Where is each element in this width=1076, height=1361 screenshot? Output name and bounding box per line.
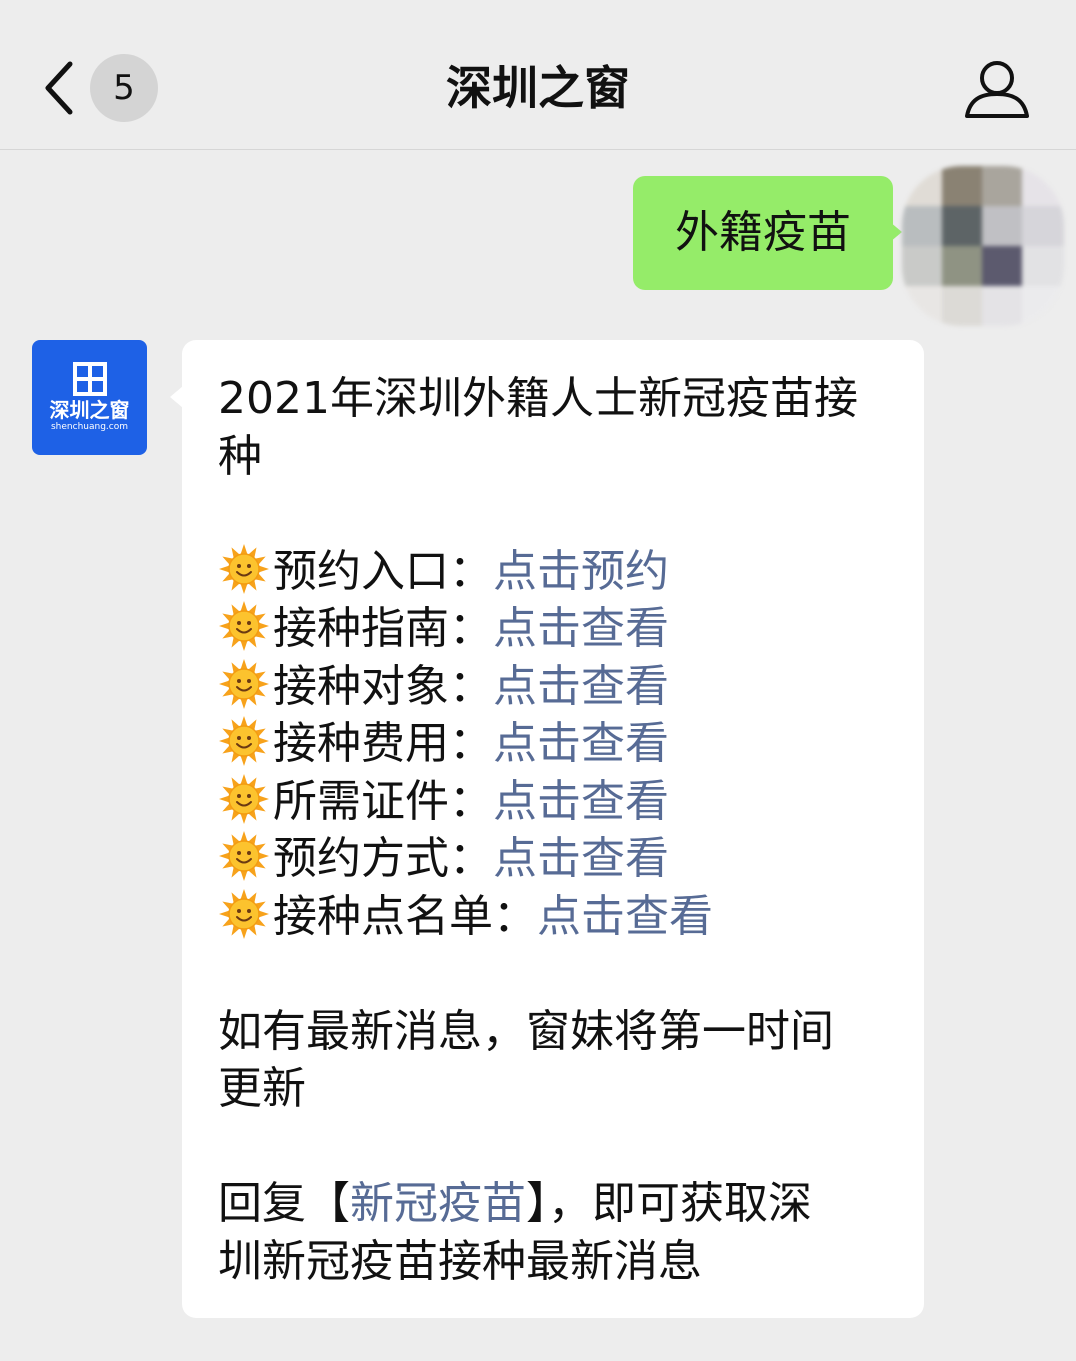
- reply-suffix: ，即可获取深: [548, 1178, 812, 1229]
- reply-hint-line: 回复【新冠疫苗】，即可获取深: [218, 1175, 898, 1233]
- sun-emoji-icon: [219, 888, 269, 939]
- bracket-close: 】: [526, 1178, 548, 1229]
- person-icon[interactable]: [962, 58, 1032, 120]
- sun-emoji-icon: [219, 543, 269, 594]
- list-item-label: 接种对象：: [273, 660, 493, 712]
- list-item-link[interactable]: 点击查看: [537, 891, 713, 942]
- list-item: 接种指南：点击查看: [218, 600, 898, 658]
- sent-message-bubble[interactable]: 外籍疫苗: [633, 176, 893, 290]
- list-item-link[interactable]: 点击查看: [493, 833, 669, 884]
- logo-url: shenchuang.com: [50, 422, 128, 432]
- list-item-link[interactable]: 点击预约: [493, 546, 669, 597]
- list-item-link[interactable]: 点击查看: [493, 776, 669, 827]
- list-item: 接种点名单：点击查看: [218, 888, 898, 946]
- chat-header: 5 深圳之窗: [0, 0, 1076, 150]
- official-account-avatar[interactable]: 深圳之窗 shenchuang.com: [32, 340, 147, 455]
- bracket-open: 【: [306, 1178, 350, 1229]
- list-item: 预约方式：点击查看: [218, 830, 898, 888]
- update-notice-line: 如有最新消息，窗妹将第一时间: [218, 1005, 834, 1057]
- chat-title: 深圳之窗: [446, 61, 630, 115]
- list-item-label: 接种费用：: [273, 718, 493, 769]
- list-item-label: 所需证件：: [273, 775, 493, 827]
- list-item-link[interactable]: 点击查看: [493, 661, 669, 712]
- reply-hint-line: 圳新冠疫苗接种最新消息: [218, 1235, 702, 1287]
- list-item: 接种对象：点击查看: [218, 658, 898, 716]
- list-item: 接种费用：点击查看: [218, 715, 898, 773]
- list-item-label: 预约方式：: [273, 833, 493, 884]
- sun-emoji-icon: [219, 716, 269, 766]
- message-title-line: 种: [218, 430, 262, 482]
- list-item-label: 接种点名单：: [273, 890, 537, 942]
- sun-emoji-icon: [219, 831, 269, 881]
- reply-keyword-link[interactable]: 新冠疫苗: [350, 1178, 526, 1229]
- link-list: 预约入口：点击预约 接种指南：点击查看 接种对象：点击查看 接种费用：点击查看 所需证件…: [218, 543, 898, 946]
- received-message-bubble: 2021年深圳外籍人士新冠疫苗接 种 预约入口：点击预约 接种指南：点击查看 接种对…: [182, 340, 924, 1318]
- sun-emoji-icon: [219, 601, 269, 651]
- list-item-label: 预约入口：: [273, 545, 493, 597]
- sun-emoji-icon: [219, 658, 269, 709]
- list-item-link[interactable]: 点击查看: [493, 603, 669, 654]
- list-item-label: 接种指南：: [273, 603, 493, 654]
- sun-emoji-icon: [219, 773, 269, 824]
- list-item: 所需证件：点击查看: [218, 773, 898, 831]
- window-logo-icon: [73, 362, 107, 396]
- update-notice-line: 更新: [218, 1063, 306, 1114]
- list-item: 预约入口：点击预约: [218, 543, 898, 601]
- message-title-line: 2021年深圳外籍人士新冠疫苗接: [218, 373, 858, 424]
- reply-prefix: 回复: [218, 1178, 306, 1229]
- user-avatar[interactable]: [902, 166, 1064, 326]
- list-item-link[interactable]: 点击查看: [493, 718, 669, 769]
- message-text: 2021年深圳外籍人士新冠疫苗接 种 预约入口：点击预约 接种指南：点击查看 接种对…: [218, 370, 898, 1290]
- logo-text: 深圳之窗: [49, 398, 130, 422]
- sent-bubble-tail: [890, 222, 902, 242]
